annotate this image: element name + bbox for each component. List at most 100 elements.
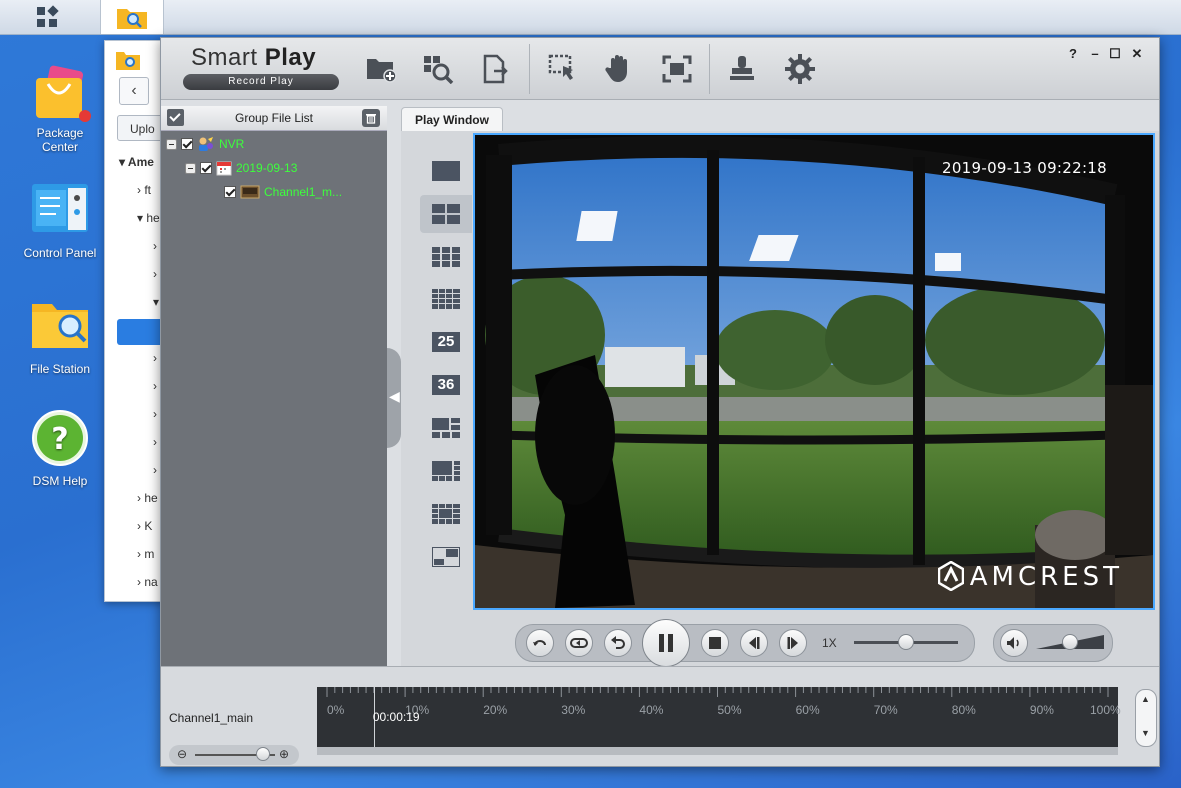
reverse-button[interactable] (604, 629, 632, 657)
zoom-in-icon[interactable]: ⊕ (279, 747, 289, 761)
layout-custom-icon (432, 418, 460, 438)
zoom-out-icon[interactable]: ⊖ (177, 747, 187, 761)
layout-16-button[interactable] (420, 280, 472, 318)
help-button[interactable]: ? (1065, 46, 1081, 61)
selected-tree-item[interactable] (117, 319, 165, 345)
timeline-scrollbar[interactable] (317, 747, 1118, 755)
date-checkbox[interactable] (200, 162, 212, 174)
nvr-user-icon (199, 137, 213, 151)
search-record-button[interactable] (420, 51, 456, 87)
control-panel-icon (32, 184, 88, 232)
speed-slider[interactable] (854, 634, 958, 650)
close-button[interactable]: ✕ (1129, 46, 1145, 62)
volume-slider[interactable] (1036, 631, 1104, 653)
tree-node-nvr[interactable]: NVR (166, 135, 244, 153)
channel-scroller[interactable]: ▲ ▼ (1135, 689, 1157, 747)
tree-item-label: he (146, 211, 160, 225)
channel-checkbox[interactable] (224, 186, 236, 198)
chevron-up-icon[interactable]: ▲ (1141, 694, 1150, 704)
layout-1-button[interactable] (420, 152, 472, 190)
fullscreen-button[interactable] (659, 51, 695, 87)
timeline-track[interactable]: 0% 10% 20% 30% 40% 50% 60% 70% 80% 90% 100% 00:00:… (317, 687, 1121, 747)
stamp-icon (730, 56, 754, 80)
control-panel-label: Control Panel (23, 246, 97, 260)
toolbar-separator (709, 44, 710, 94)
upload-button[interactable]: Uplo (117, 115, 165, 141)
desktop-icon-file-station[interactable]: File Station (10, 296, 110, 376)
layout-custom-c-button[interactable] (420, 495, 472, 533)
mute-button[interactable] (1000, 629, 1028, 657)
layout-single-icon (432, 161, 460, 181)
tree-item[interactable]: ▾ Ame (119, 155, 165, 171)
maximize-button[interactable]: ☐ (1107, 46, 1123, 62)
add-folder-button[interactable] (363, 51, 399, 87)
sync-icon (570, 638, 588, 648)
delete-button[interactable] (362, 109, 380, 127)
timeline-channel-label: Channel1_main (169, 711, 254, 725)
main-menu-button[interactable] (16, 0, 78, 34)
tree-node-channel[interactable]: Channel1_m... (224, 183, 342, 201)
taskbar-file-station[interactable] (100, 0, 164, 34)
video-viewport[interactable]: 2019-09-13 09:22:18 AMCREST (473, 133, 1155, 610)
nvr-checkbox[interactable] (181, 138, 193, 150)
layout-custom-d-button[interactable] (420, 538, 472, 576)
select-button[interactable] (545, 51, 581, 87)
tree-node-date[interactable]: 2019-09-13 (185, 159, 297, 177)
desktop-icon-control-panel[interactable]: Control Panel (10, 180, 110, 260)
back-button[interactable]: ‹ (119, 77, 149, 105)
panel-collapse-handle[interactable]: ◀ (387, 348, 401, 448)
desktop-icon-dsm-help[interactable]: ? DSM Help (10, 408, 110, 488)
slider-knob[interactable] (1062, 634, 1078, 650)
timeline-percent-label: 70% (873, 703, 898, 717)
layout-custom-b-button[interactable] (420, 452, 472, 490)
layout-custom-icon (432, 547, 460, 567)
export-button[interactable] (477, 51, 513, 87)
chevron-left-icon: ‹ (131, 82, 137, 99)
svg-text:?: ? (51, 422, 68, 457)
layout-custom-icon (432, 504, 460, 524)
timeline-ticks (326, 687, 1109, 697)
fullscreen-icon (662, 55, 692, 83)
layout-36-label: 36 (432, 375, 460, 395)
package-center-label-2: Center (41, 140, 79, 154)
pause-button[interactable] (642, 619, 690, 667)
minimize-button[interactable]: – (1087, 46, 1103, 61)
zoom-slider[interactable] (195, 747, 275, 761)
grid-icon (37, 5, 59, 27)
layout-custom-icon (432, 461, 460, 481)
layout-36-button[interactable]: 36 (420, 366, 472, 404)
slider-knob[interactable] (256, 747, 270, 761)
brand-watermark: AMCREST (937, 560, 1123, 592)
next-frame-button[interactable] (779, 629, 807, 657)
amcrest-logo-icon (937, 560, 964, 592)
layout-custom-a-button[interactable] (420, 409, 472, 447)
chevron-down-icon[interactable]: ▼ (1141, 728, 1150, 738)
folder-search-icon (116, 52, 140, 70)
watermark-verify-button[interactable] (724, 51, 760, 87)
calendar-icon (216, 161, 232, 176)
app-title-bold: Play (264, 44, 317, 71)
layout-25-button[interactable]: 25 (420, 323, 472, 361)
stop-button[interactable] (701, 629, 729, 657)
tree-node-label: 2019-09-13 (236, 161, 298, 175)
pan-button[interactable] (601, 51, 637, 87)
collapse-toggle[interactable] (166, 138, 177, 150)
app-subtitle: Record Play (183, 74, 339, 90)
tree-item-label: he (144, 491, 158, 505)
file-list-panel: Group File List NVR 2019-09-13 Channel1_… (161, 106, 387, 666)
sync-play-button[interactable] (565, 629, 593, 657)
layout-4-button[interactable] (420, 195, 472, 233)
layout-9-button[interactable] (420, 238, 472, 276)
settings-button[interactable] (782, 51, 818, 87)
folder-search-icon (32, 304, 88, 348)
video-timestamp: 2019-09-13 09:22:18 (941, 159, 1107, 177)
loop-button[interactable] (526, 629, 554, 657)
camera-scene (475, 135, 1153, 608)
collapse-toggle[interactable] (185, 162, 196, 174)
timeline-area: Channel1_main 0% 10% 20% 30% 40% 50% 60% 70% 80%… (161, 666, 1159, 766)
slider-knob[interactable] (898, 634, 914, 650)
desktop-icon-package-center[interactable]: Package Center (10, 60, 110, 154)
tab-play-window[interactable]: Play Window (401, 107, 503, 132)
video-file-icon (240, 185, 260, 199)
previous-frame-button[interactable] (740, 629, 768, 657)
